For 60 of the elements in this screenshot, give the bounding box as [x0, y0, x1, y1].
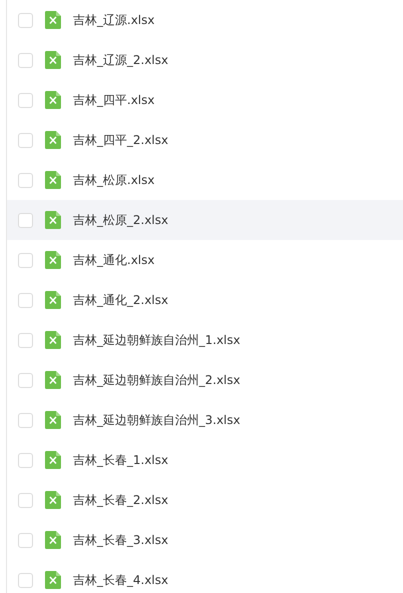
file-name[interactable]: 吉林_长春_1.xlsx — [73, 452, 168, 468]
file-row[interactable]: 吉林_长春_2.xlsx — [7, 480, 403, 520]
file-name[interactable]: 吉林_延边朝鲜族自治州_1.xlsx — [73, 332, 240, 348]
file-row[interactable]: 吉林_松原.xlsx — [7, 160, 403, 200]
checkbox[interactable] — [18, 572, 33, 588]
file-name[interactable]: 吉林_通化.xlsx — [73, 252, 155, 268]
spreadsheet-file-icon — [45, 571, 61, 589]
spreadsheet-file-icon — [45, 251, 61, 269]
file-name[interactable]: 吉林_辽源.xlsx — [73, 12, 155, 28]
spreadsheet-file-icon — [45, 291, 61, 309]
checkbox[interactable] — [18, 52, 33, 68]
spreadsheet-file-icon — [45, 91, 61, 109]
file-name[interactable]: 吉林_长春_2.xlsx — [73, 492, 168, 508]
checkbox[interactable] — [18, 252, 33, 268]
file-row[interactable]: 吉林_辽源.xlsx — [7, 0, 403, 40]
file-row[interactable]: 吉林_延边朝鲜族自治州_1.xlsx — [7, 320, 403, 360]
checkbox[interactable] — [18, 212, 33, 228]
spreadsheet-file-icon — [45, 331, 61, 349]
file-name[interactable]: 吉林_延边朝鲜族自治州_3.xlsx — [73, 412, 240, 428]
file-name[interactable]: 吉林_长春_4.xlsx — [73, 572, 168, 588]
file-row[interactable]: 吉林_通化_2.xlsx — [7, 280, 403, 320]
spreadsheet-file-icon — [45, 211, 61, 229]
checkbox[interactable] — [18, 332, 33, 348]
checkbox[interactable] — [18, 92, 33, 108]
checkbox[interactable] — [18, 172, 33, 188]
spreadsheet-file-icon — [45, 491, 61, 509]
spreadsheet-file-icon — [45, 51, 61, 69]
file-row[interactable]: 吉林_延边朝鲜族自治州_2.xlsx — [7, 360, 403, 400]
file-name[interactable]: 吉林_四平.xlsx — [73, 92, 155, 108]
file-name[interactable]: 吉林_长春_3.xlsx — [73, 532, 168, 548]
spreadsheet-file-icon — [45, 411, 61, 429]
file-name[interactable]: 吉林_通化_2.xlsx — [73, 292, 168, 308]
spreadsheet-file-icon — [45, 531, 61, 549]
spreadsheet-file-icon — [45, 11, 61, 29]
file-row[interactable]: 吉林_长春_1.xlsx — [7, 440, 403, 480]
checkbox[interactable] — [18, 532, 33, 548]
file-name[interactable]: 吉林_松原_2.xlsx — [73, 212, 168, 228]
spreadsheet-file-icon — [45, 371, 61, 389]
checkbox[interactable] — [18, 452, 33, 468]
file-row[interactable]: 吉林_松原_2.xlsx — [7, 200, 403, 240]
checkbox[interactable] — [18, 492, 33, 508]
checkbox[interactable] — [18, 132, 33, 148]
checkbox[interactable] — [18, 292, 33, 308]
file-row[interactable]: 吉林_长春_3.xlsx — [7, 520, 403, 560]
file-row[interactable]: 吉林_四平_2.xlsx — [7, 120, 403, 160]
file-row[interactable]: 吉林_通化.xlsx — [7, 240, 403, 280]
spreadsheet-file-icon — [45, 171, 61, 189]
spreadsheet-file-icon — [45, 451, 61, 469]
file-row[interactable]: 吉林_四平.xlsx — [7, 80, 403, 120]
file-name[interactable]: 吉林_延边朝鲜族自治州_2.xlsx — [73, 372, 240, 388]
spreadsheet-file-icon — [45, 131, 61, 149]
checkbox[interactable] — [18, 412, 33, 428]
checkbox[interactable] — [18, 372, 33, 388]
file-row[interactable]: 吉林_辽源_2.xlsx — [7, 40, 403, 80]
file-row[interactable]: 吉林_延边朝鲜族自治州_3.xlsx — [7, 400, 403, 440]
file-row[interactable]: 吉林_长春_4.xlsx — [7, 560, 403, 593]
file-name[interactable]: 吉林_松原.xlsx — [73, 172, 155, 188]
file-name[interactable]: 吉林_辽源_2.xlsx — [73, 52, 168, 68]
checkbox[interactable] — [18, 12, 33, 28]
file-name[interactable]: 吉林_四平_2.xlsx — [73, 132, 168, 148]
